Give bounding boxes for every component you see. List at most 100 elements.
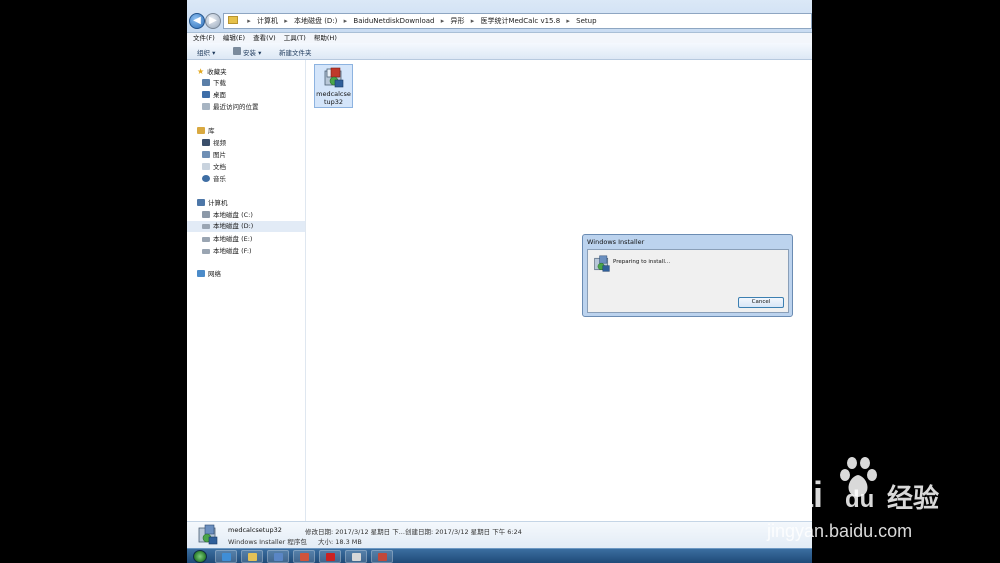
library-icon xyxy=(197,127,205,134)
nav-drive-d[interactable]: 本地磁盘 (D:) xyxy=(202,221,253,232)
installer-icon xyxy=(594,255,610,272)
nav-drive-f[interactable]: 本地磁盘 (F:) xyxy=(202,246,252,257)
taskbar-app[interactable] xyxy=(293,550,315,563)
drive-icon xyxy=(202,211,210,218)
watermark-brand2: du xyxy=(845,486,874,513)
separator: ▸ xyxy=(470,17,475,25)
menu-edit[interactable]: 编辑(E) xyxy=(223,33,245,43)
nav-computer[interactable]: 计算机 xyxy=(197,198,228,209)
watermark-product: 经验 xyxy=(887,483,939,514)
details-size: 大小: 18.3 MB xyxy=(318,538,362,546)
menu-view[interactable]: 查看(V) xyxy=(253,33,276,43)
cancel-button[interactable]: Cancel xyxy=(738,297,784,308)
nav-label: 最近访问的位置 xyxy=(213,103,259,111)
nav-label: 文档 xyxy=(213,163,226,171)
drive-icon xyxy=(202,249,210,254)
nav-label: 本地磁盘 (E:) xyxy=(213,235,253,243)
nav-downloads[interactable]: 下载 xyxy=(202,78,226,89)
file-name-line2: tup32 xyxy=(323,98,344,106)
nav-label: 网络 xyxy=(208,270,221,278)
taskbar-media[interactable] xyxy=(267,550,289,563)
folder-icon xyxy=(228,16,238,24)
nav-label: 收藏夹 xyxy=(207,68,227,76)
file-item-medcalcsetup32[interactable]: medcalcse tup32 xyxy=(314,64,353,108)
installer-dialog: Windows Installer Preparing to install..… xyxy=(582,234,793,317)
nav-videos[interactable]: 视频 xyxy=(202,138,226,149)
dialog-message: Preparing to install... xyxy=(613,259,671,265)
separator: ▸ xyxy=(440,17,445,25)
picture-icon xyxy=(202,151,210,158)
baidu-jingyan-watermark: Bai du 经验 jingyan.baidu.com xyxy=(765,455,965,545)
menu-tools[interactable]: 工具(T) xyxy=(284,33,306,43)
organize-button[interactable]: 组织 ▾ xyxy=(197,47,215,57)
drive-icon xyxy=(202,237,210,242)
star-icon: ★ xyxy=(197,67,205,76)
nav-network[interactable]: 网络 xyxy=(197,269,221,280)
address-area: ◀ ▶ ▸ 计算机 ▸ 本地磁盘 (D:) ▸ BaiduNetdiskDown… xyxy=(187,0,812,33)
dialog-body: Preparing to install... Cancel xyxy=(587,249,789,313)
separator: ▸ xyxy=(247,17,251,25)
back-button[interactable]: ◀ xyxy=(189,13,205,29)
taskbar xyxy=(187,548,812,563)
taskbar-app4[interactable] xyxy=(371,550,393,563)
nav-documents[interactable]: 文档 xyxy=(202,162,226,173)
computer-icon xyxy=(197,199,205,206)
document-icon xyxy=(202,163,210,170)
breadcrumb-yixing[interactable]: 异形 xyxy=(450,17,464,25)
nav-label: 音乐 xyxy=(213,175,226,183)
menu-bar: 文件(F) 编辑(E) 查看(V) 工具(T) 帮助(H) xyxy=(187,33,812,43)
breadcrumb-computer[interactable]: 计算机 xyxy=(257,17,278,25)
menu-file[interactable]: 文件(F) xyxy=(193,33,215,43)
music-icon xyxy=(202,175,210,182)
video-icon xyxy=(202,139,210,146)
nav-label: 图片 xyxy=(213,151,226,159)
nav-drive-c[interactable]: 本地磁盘 (C:) xyxy=(202,210,253,221)
breadcrumb-drive-d[interactable]: 本地磁盘 (D:) xyxy=(294,17,337,25)
nav-libraries[interactable]: 库 xyxy=(197,126,215,137)
nav-label: 本地磁盘 (F:) xyxy=(213,247,252,255)
separator: ▸ xyxy=(284,17,288,25)
nav-label: 计算机 xyxy=(208,199,228,207)
nav-label: 桌面 xyxy=(213,91,226,99)
nav-label: 本地磁盘 (D:) xyxy=(213,222,254,230)
install-button[interactable]: 安装 ▾ xyxy=(243,47,261,57)
new-folder-button[interactable]: 新建文件夹 xyxy=(279,47,312,57)
taskbar-app2[interactable] xyxy=(319,550,341,563)
forward-button[interactable]: ▶ xyxy=(205,13,221,29)
nav-label: 库 xyxy=(208,127,215,135)
details-modified: 修改日期: 2017/3/12 星期日 下... xyxy=(305,528,405,536)
taskbar-ie[interactable] xyxy=(215,550,237,563)
taskbar-app3[interactable] xyxy=(345,550,367,563)
nav-desktop[interactable]: 桌面 xyxy=(202,90,226,101)
separator: ▸ xyxy=(566,17,570,25)
details-pane: medcalcsetup32 Windows Installer 程序包 修改日… xyxy=(187,521,812,548)
address-bar[interactable]: ▸ 计算机 ▸ 本地磁盘 (D:) ▸ BaiduNetdiskDownload… xyxy=(223,13,812,29)
nav-label: 下载 xyxy=(213,79,226,87)
nav-label: 本地磁盘 (C:) xyxy=(213,211,253,219)
taskbar-explorer[interactable] xyxy=(241,550,263,563)
explorer-window: ◀ ▶ ▸ 计算机 ▸ 本地磁盘 (D:) ▸ BaiduNetdiskDown… xyxy=(187,0,812,563)
installer-package-icon xyxy=(198,524,218,545)
recent-places-icon xyxy=(202,103,210,110)
nav-pictures[interactable]: 图片 xyxy=(202,150,226,161)
download-folder-icon xyxy=(202,79,210,86)
drive-icon xyxy=(202,224,210,229)
nav-favorites[interactable]: ★ 收藏夹 xyxy=(197,66,227,77)
watermark-url: jingyan.baidu.com xyxy=(766,521,912,541)
network-icon xyxy=(197,270,205,277)
navigation-pane: ★ 收藏夹 下载 桌面 最近访问的位置 库 视频 图片 文档 音乐 计算机 本地… xyxy=(187,60,306,521)
nav-recent[interactable]: 最近访问的位置 xyxy=(202,102,259,113)
start-button[interactable] xyxy=(193,550,207,563)
desktop-icon xyxy=(202,91,210,98)
breadcrumb-download[interactable]: BaiduNetdiskDownload xyxy=(353,17,434,25)
nav-music[interactable]: 音乐 xyxy=(202,174,226,185)
details-created: 创建日期: 2017/3/12 星期日 下午 6:24 xyxy=(405,528,522,536)
details-file-name: medcalcsetup32 xyxy=(228,526,282,534)
menu-help[interactable]: 帮助(H) xyxy=(314,33,337,43)
separator: ▸ xyxy=(343,17,348,25)
breadcrumb-setup[interactable]: Setup xyxy=(576,17,596,25)
nav-drive-e[interactable]: 本地磁盘 (E:) xyxy=(202,234,252,245)
watermark-brand: Bai xyxy=(767,474,823,515)
installer-package-icon xyxy=(323,67,345,89)
breadcrumb-medcalc[interactable]: 医学统计MedCalc v15.8 xyxy=(480,17,560,25)
